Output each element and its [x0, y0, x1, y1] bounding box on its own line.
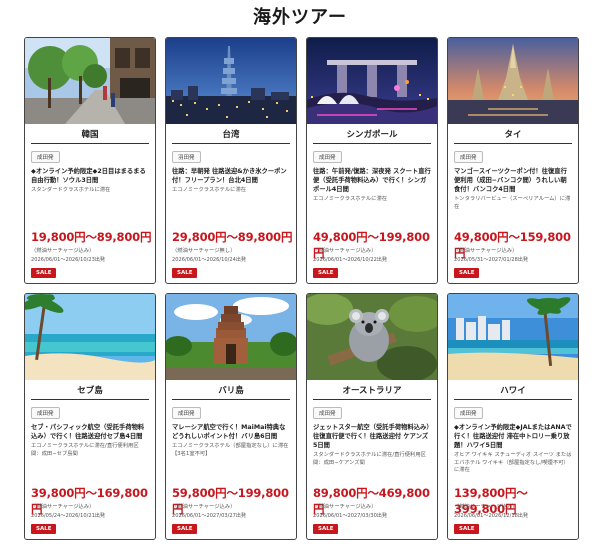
page-title: 海外ツアー — [253, 7, 347, 28]
departure-airport-tag: 成田発 — [172, 407, 201, 419]
surcharge-note: （燃油サーチャージ込み） — [172, 504, 236, 510]
tour-title[interactable]: 往路：午前発/復路：深夜発 スクート直行便（受託手荷物料込み）で行く！シンガポー… — [313, 167, 431, 194]
departure-airport-tag: 成田発 — [454, 407, 483, 419]
destination-name: 韓国 — [31, 124, 149, 144]
departure-airport-tag: 成田発 — [313, 151, 342, 163]
sale-badge: SALE — [172, 268, 198, 278]
departure-period: 2026/06/01〜2026/10/24出発 — [172, 257, 246, 263]
sale-badge: SALE — [313, 268, 339, 278]
hotel-info: エコノミークラスホテルに滞在 — [313, 196, 388, 202]
sale-badge: SALE — [31, 524, 57, 534]
departure-airport-tag: 成田発 — [454, 151, 483, 163]
taipei-skyline-photo[interactable] — [166, 38, 296, 124]
tour-card-hawaii[interactable]: ハワイ 成田発 ◆オンライン予約限定◆JALまたはANAで行く！往路送迎付 滞在… — [447, 293, 579, 540]
departure-airport-tag: 成田発 — [31, 407, 60, 419]
tour-title[interactable]: 往路：早朝発 往路送迎&かき氷クーポン付！フリープラン！台北4日間 — [172, 167, 290, 185]
departure-airport-tag: 成田発 — [31, 151, 60, 163]
surcharge-note: （燃油サーチャージ込み） — [31, 248, 95, 254]
departure-period: 2026/05/31〜2027/01/28出発 — [454, 257, 528, 263]
sale-badge: SALE — [31, 268, 57, 278]
tour-title[interactable]: ◆オンライン予約限定◆JALまたはANAで行く！往路送迎付 滞在中トロリー乗り放… — [454, 423, 572, 450]
destination-name: 台湾 — [172, 124, 290, 144]
hotel-info: スタンダードクラスホテルに滞在 — [31, 187, 111, 193]
bali-temple-photo[interactable] — [166, 294, 296, 380]
departure-period: 2026/05/24〜2026/10/21出発 — [31, 513, 105, 519]
overseas-tours-page: 海外ツアー 韓国 成田発 ◆オンライン予約限定◆2日目はまるまる自由行動！ソウル… — [0, 0, 600, 554]
departure-airport-tag: 羽田発 — [172, 151, 201, 163]
departure-period: 2026/06/01〜2026/12/18出発 — [454, 513, 528, 519]
departure-period: 2026/06/01〜2026/10/22出発 — [313, 257, 387, 263]
hotel-info: エコノミークラスホテルに滞在/直行便利用区間：成田−セブ島間 — [31, 443, 139, 457]
hotel-info: トンタラリバービュー（スーペリアルーム）に滞在 — [454, 196, 571, 210]
sale-badge: SALE — [454, 524, 480, 534]
departure-period: 2026/06/01〜2027/03/27出発 — [172, 513, 246, 519]
destination-name: オーストラリア — [313, 380, 431, 400]
tour-card-singapore[interactable]: シンガポール 成田発 往路：午前発/復路：深夜発 スクート直行便（受託手荷物料込… — [306, 37, 438, 284]
sale-badge: SALE — [172, 524, 198, 534]
singapore-night-photo[interactable] — [307, 38, 437, 124]
price-range: 29,800円〜89,800円 — [172, 230, 293, 244]
tour-title[interactable]: マレーシア航空で行く！MaiMai特典などうれしいポイント付！バリ島6日間 — [172, 423, 290, 441]
tour-title[interactable]: ◆オンライン予約限定◆2日目はまるまる自由行動！ソウル3日間 — [31, 167, 149, 185]
tour-title[interactable]: セブ・パシフィック航空（受託手荷物料込み）で行く！往路送迎付セブ島4日間 — [31, 423, 149, 441]
destination-name: バリ島 — [172, 380, 290, 400]
tour-card-australia[interactable]: オーストラリア 成田発 ジェットスター航空（受託手荷物料込み）往復直行便で行く！… — [306, 293, 438, 540]
koala-photo[interactable] — [307, 294, 437, 380]
bangkok-temple-photo[interactable] — [448, 38, 578, 124]
tour-card-bali[interactable]: バリ島 成田発 マレーシア航空で行く！MaiMai特典などうれしいポイント付！バ… — [165, 293, 297, 540]
seoul-street-photo[interactable] — [25, 38, 155, 124]
departure-airport-tag: 成田発 — [313, 407, 342, 419]
hotel-info: エコノミークラスホテルに滞在 — [172, 187, 247, 193]
departure-period: 2026/06/01〜2026/10/23出発 — [31, 257, 105, 263]
hotel-info: オヒア ワイキキ スチューディオ スイーツ または エバホテル ワイキキ（部屋指… — [454, 452, 572, 473]
price-range: 19,800円〜89,800円 — [31, 230, 152, 244]
tour-card-cebu[interactable]: セブ島 成田発 セブ・パシフィック航空（受託手荷物料込み）で行く！往路送迎付セブ… — [24, 293, 156, 540]
surcharge-note: （燃油サーチャージ込み） — [31, 504, 95, 510]
tour-card-taiwan[interactable]: 台湾 羽田発 往路：早朝発 往路送迎&かき氷クーポン付！フリープラン！台北4日間… — [165, 37, 297, 284]
surcharge-note: （燃油サーチャージ込み） — [454, 504, 518, 510]
tour-title[interactable]: マンゴースイーツクーポン付！往復直行便利用（成田−バンコク間）うれしい朝食付！バ… — [454, 167, 572, 194]
tour-card-thailand[interactable]: タイ 成田発 マンゴースイーツクーポン付！往復直行便利用（成田−バンコク間）うれ… — [447, 37, 579, 284]
tour-title[interactable]: ジェットスター航空（受託手荷物料込み）往復直行便で行く！往路送迎付 ケアンズ5日… — [313, 423, 431, 450]
surcharge-note: （燃油サーチャージ無し） — [172, 248, 236, 254]
tour-card-korea[interactable]: 韓国 成田発 ◆オンライン予約限定◆2日目はまるまる自由行動！ソウル3日間 スタ… — [24, 37, 156, 284]
sale-badge: SALE — [313, 524, 339, 534]
tour-grid: 韓国 成田発 ◆オンライン予約限定◆2日目はまるまる自由行動！ソウル3日間 スタ… — [24, 37, 580, 540]
surcharge-note: （燃油サーチャージ込み） — [313, 248, 377, 254]
hotel-info: エコノミークラスホテル（部屋指定なし）に滞在【3名1室不可】 — [172, 443, 289, 457]
destination-name: ハワイ — [454, 380, 572, 400]
waikiki-beach-photo[interactable] — [448, 294, 578, 380]
destination-name: シンガポール — [313, 124, 431, 144]
surcharge-note: （燃油サーチャージ込み） — [313, 504, 377, 510]
destination-name: タイ — [454, 124, 572, 144]
destination-name: セブ島 — [31, 380, 149, 400]
departure-period: 2026/06/01〜2027/03/30出発 — [313, 513, 387, 519]
sale-badge: SALE — [454, 268, 480, 278]
surcharge-note: （燃油サーチャージ込み） — [454, 248, 518, 254]
cebu-beach-photo[interactable] — [25, 294, 155, 380]
hotel-info: スタンダードクラスホテルに滞在/直行便利用区間：成田−ケアンズ間 — [313, 452, 426, 466]
